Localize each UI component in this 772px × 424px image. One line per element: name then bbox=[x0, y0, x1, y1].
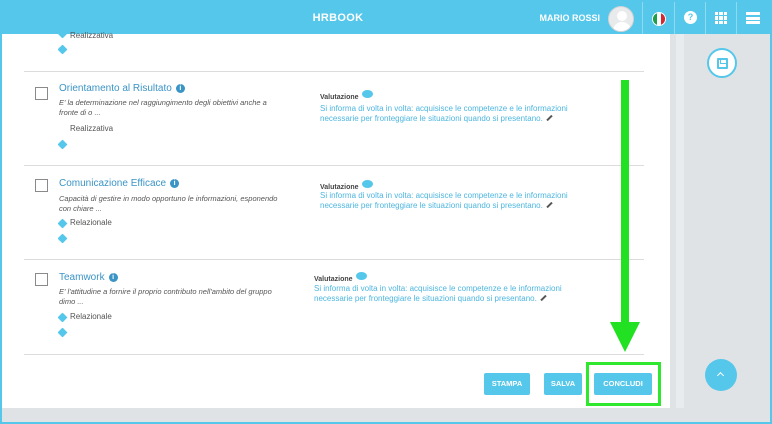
separator bbox=[674, 2, 675, 34]
pencil-icon[interactable] bbox=[540, 294, 547, 302]
item-description: E' la determinazione nel raggiungimento … bbox=[59, 98, 267, 117]
category-label: Realizzativa bbox=[70, 124, 114, 133]
valutazione-label: Valutazione bbox=[314, 272, 367, 283]
user-name[interactable]: MARIO ROSSI bbox=[539, 2, 600, 34]
item-checkbox[interactable] bbox=[35, 179, 48, 192]
comment-icon[interactable] bbox=[355, 272, 367, 280]
stampa-button[interactable]: STAMPA bbox=[484, 373, 530, 395]
info-icon[interactable]: i bbox=[170, 179, 180, 188]
italy-flag-icon[interactable] bbox=[652, 12, 666, 26]
category-label: Relazionale bbox=[70, 218, 112, 227]
valutazione-label: Valutazione bbox=[320, 90, 373, 101]
tag-icon bbox=[57, 233, 68, 244]
pencil-icon[interactable] bbox=[546, 201, 553, 209]
menu-icon[interactable] bbox=[746, 12, 760, 24]
item-description: E' l'attitudine a fornire il proprio con… bbox=[59, 287, 272, 306]
valutazione-text[interactable]: Si informa di volta in volta: acquisisce… bbox=[314, 284, 564, 304]
divider bbox=[24, 165, 644, 166]
divider bbox=[24, 354, 644, 355]
tag-icon bbox=[57, 139, 68, 150]
category-label: Relazionale bbox=[70, 312, 112, 321]
item-description: Capacità di gestire in modo opportuno le… bbox=[59, 194, 278, 213]
divider bbox=[24, 259, 644, 260]
info-icon[interactable]: i bbox=[175, 84, 185, 93]
item-title[interactable]: Teamwork i bbox=[59, 272, 118, 283]
annotation-arrow bbox=[621, 80, 629, 330]
top-bar: HRBOOK MARIO ROSSI ? bbox=[2, 2, 770, 34]
valutazione-text[interactable]: Si informa di volta in volta: acquisisce… bbox=[320, 191, 570, 211]
item-title[interactable]: Comunicazione Efficace i bbox=[59, 178, 180, 189]
tag-icon bbox=[57, 327, 68, 338]
info-icon[interactable]: i bbox=[108, 273, 118, 282]
pencil-icon[interactable] bbox=[546, 114, 553, 122]
help-icon[interactable]: ? bbox=[684, 11, 697, 24]
tag-icon bbox=[57, 218, 68, 229]
tag-icon bbox=[57, 312, 68, 323]
valutazione-label: Valutazione bbox=[320, 180, 373, 191]
comment-icon[interactable] bbox=[361, 180, 373, 188]
valutazione-text[interactable]: Si informa di volta in volta: acquisisce… bbox=[320, 104, 570, 124]
comment-icon[interactable] bbox=[361, 90, 373, 98]
salva-button[interactable]: SALVA bbox=[544, 373, 582, 395]
tag-icon bbox=[57, 44, 68, 55]
avatar-icon[interactable] bbox=[608, 6, 634, 32]
item-checkbox[interactable] bbox=[35, 273, 48, 286]
scroll-to-top-button[interactable] bbox=[705, 359, 737, 391]
apps-grid-icon[interactable] bbox=[715, 12, 727, 24]
competency-list-panel: Realizzativa Orientamento al Risultato i … bbox=[2, 28, 670, 408]
item-title[interactable]: Orientamento al Risultato i bbox=[59, 83, 185, 94]
concludi-highlight-box bbox=[586, 362, 661, 406]
divider bbox=[24, 71, 644, 72]
category-label: Realizzativa bbox=[70, 31, 114, 40]
chevron-up-icon bbox=[716, 371, 725, 380]
annotation-arrow-head bbox=[610, 322, 640, 352]
scrollbar[interactable] bbox=[676, 34, 684, 408]
item-checkbox[interactable] bbox=[35, 87, 48, 100]
separator bbox=[642, 2, 643, 34]
separator bbox=[736, 2, 737, 34]
separator bbox=[705, 2, 706, 34]
save-icon[interactable] bbox=[707, 48, 737, 78]
